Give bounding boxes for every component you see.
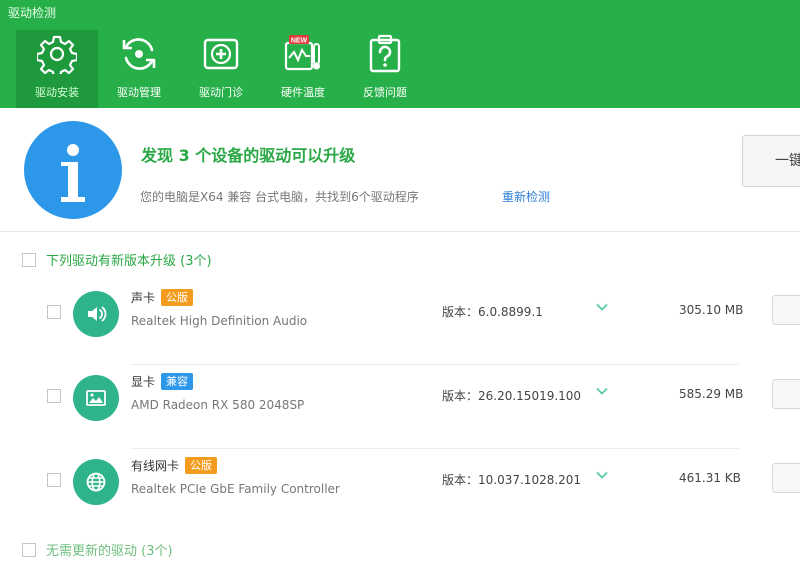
- medical-kit-icon: [203, 38, 239, 70]
- tab-driver-manage[interactable]: 驱动管理: [98, 30, 180, 108]
- tab-label: 驱动门诊: [199, 86, 243, 99]
- driver-model: Realtek High Definition Audio: [131, 314, 308, 328]
- driver-name: 显卡 兼容: [131, 373, 194, 390]
- new-badge: NEW: [291, 37, 308, 44]
- driver-tag: 公版: [185, 457, 218, 474]
- driver-version: 版本：26.20.15019.100: [442, 389, 582, 403]
- upgrade-section-title: 下列驱动有新版本升级 (3个): [46, 254, 212, 269]
- tab-feedback[interactable]: 反馈问题: [344, 30, 426, 108]
- info-icon: [24, 121, 122, 219]
- driver-upgrade-button[interactable]: [772, 379, 800, 409]
- driver-name: 声卡 公版: [131, 289, 194, 306]
- gear-icon: [37, 35, 77, 74]
- driver-upgrade-button[interactable]: [772, 463, 800, 493]
- driver-icon: [73, 291, 119, 337]
- chevron-down-icon[interactable]: [596, 385, 608, 397]
- driver-version: 版本：10.037.1028.201: [442, 473, 582, 487]
- driver-model: Realtek PCIe GbE Family Controller: [131, 482, 340, 496]
- driver-row: 声卡 公版 Realtek High Definition Audio 版本：6.…: [0, 281, 800, 365]
- driver-icon: [73, 459, 119, 505]
- refresh-icon: [122, 38, 156, 70]
- question-clipboard-icon: [369, 34, 401, 73]
- driver-name: 有线网卡 公版: [131, 457, 218, 474]
- tab-hardware-temperature[interactable]: NEW 硬件温度: [262, 30, 344, 108]
- driver-size: 585.29 MB: [679, 387, 744, 401]
- driver-tag: 兼容: [161, 373, 194, 390]
- speaker-icon: [88, 306, 107, 322]
- driver-row: 有线网卡 公版 Realtek PCIe GbE Family Controlle…: [0, 449, 800, 533]
- tab-label: 驱动管理: [117, 86, 161, 99]
- summary-subline: 您的电脑是X64 兼容 台式电脑，共找到6个驱动程序: [140, 190, 419, 204]
- driver-upgrade-button[interactable]: [772, 295, 800, 325]
- tab-driver-clinic[interactable]: 驱动门诊: [180, 30, 262, 108]
- tab-label: 驱动安装: [35, 86, 79, 99]
- rescan-link[interactable]: 重新检测: [502, 188, 550, 205]
- thermometer-monitor-icon: NEW: [284, 35, 320, 71]
- driver-checkbox[interactable]: [47, 473, 61, 487]
- driver-icon: [73, 375, 119, 421]
- summary-headline: 发现 3 个设备的驱动可以升级: [141, 146, 356, 165]
- one-key-upgrade-button[interactable]: 一键: [742, 135, 800, 187]
- driver-size: 305.10 MB: [679, 303, 744, 317]
- select-all-upgrade-checkbox[interactable]: [22, 253, 36, 267]
- driver-row: 显卡 兼容 AMD Radeon RX 580 2048SP 版本：26.20.1…: [0, 365, 800, 449]
- scan-summary: 发现 3 个设备的驱动可以升级 您的电脑是X64 兼容 台式电脑，共找到6个驱动…: [0, 108, 800, 232]
- chevron-down-icon[interactable]: [596, 469, 608, 481]
- select-all-no-update-checkbox[interactable]: [22, 543, 36, 557]
- top-banner: 驱动检测 驱动安装 驱动管理 驱动门诊 NEW 硬件温度 反馈问题: [0, 0, 800, 108]
- globe-icon: [86, 472, 106, 492]
- driver-version: 版本：6.0.8899.1: [442, 305, 543, 319]
- driver-tag: 公版: [161, 289, 194, 306]
- driver-size: 461.31 KB: [679, 471, 741, 485]
- window-title: 驱动检测: [8, 6, 57, 20]
- tab-label: 反馈问题: [363, 86, 407, 99]
- driver-checkbox[interactable]: [47, 305, 61, 319]
- main-toolbar: 驱动安装 驱动管理 驱动门诊 NEW 硬件温度 反馈问题: [16, 30, 426, 108]
- picture-icon: [86, 390, 106, 406]
- tab-label: 硬件温度: [281, 86, 325, 99]
- driver-model: AMD Radeon RX 580 2048SP: [131, 398, 305, 412]
- tab-driver-install[interactable]: 驱动安装: [16, 30, 98, 108]
- chevron-down-icon[interactable]: [596, 301, 608, 313]
- no-update-section-title: 无需更新的驱动 (3个): [46, 544, 173, 559]
- driver-checkbox[interactable]: [47, 389, 61, 403]
